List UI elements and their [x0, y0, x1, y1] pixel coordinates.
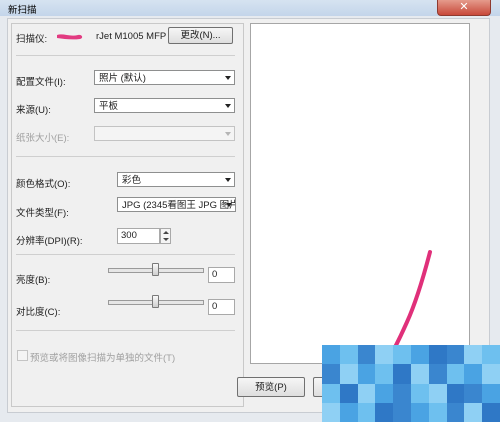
mosaic-tile — [428, 402, 447, 422]
mosaic-tile — [446, 402, 465, 422]
mosaic-tile — [482, 402, 500, 422]
mosaic-tile — [322, 383, 340, 403]
mosaic-tile — [322, 364, 340, 384]
mosaic-tile — [375, 364, 394, 384]
mosaic-tile — [357, 383, 376, 403]
mosaic-tile — [428, 383, 447, 403]
pixelated-watermark — [322, 345, 500, 422]
mosaic-tile — [446, 345, 465, 365]
mosaic-tile — [464, 345, 483, 365]
mosaic-tile — [357, 364, 376, 384]
mosaic-tile — [393, 402, 411, 422]
mosaic-tile — [357, 345, 376, 365]
mosaic-tile — [464, 402, 483, 422]
mosaic-tile — [357, 402, 376, 422]
mosaic-tile — [393, 364, 411, 384]
redaction-stroke — [57, 34, 83, 40]
mosaic-tile — [482, 364, 500, 384]
mosaic-tile — [322, 402, 340, 422]
mosaic-tile — [482, 345, 500, 365]
mosaic-tile — [393, 345, 411, 365]
mosaic-tile — [446, 364, 465, 384]
mosaic-tile — [446, 383, 465, 403]
mosaic-tile — [393, 383, 411, 403]
mosaic-tile — [464, 364, 483, 384]
mosaic-tile — [339, 364, 358, 384]
mosaic-tile — [322, 345, 340, 365]
mosaic-tile — [375, 383, 394, 403]
mosaic-tile — [410, 345, 429, 365]
mosaic-tile — [339, 383, 358, 403]
mosaic-tile — [410, 402, 429, 422]
mosaic-tile — [375, 402, 394, 422]
mosaic-tile — [339, 402, 358, 422]
mosaic-tile — [428, 345, 447, 365]
mosaic-tile — [339, 345, 358, 365]
mosaic-tile — [464, 383, 483, 403]
mosaic-tile — [482, 383, 500, 403]
mosaic-tile — [375, 345, 394, 365]
mosaic-tile — [428, 364, 447, 384]
mosaic-tile — [410, 364, 429, 384]
mosaic-tile — [410, 383, 429, 403]
